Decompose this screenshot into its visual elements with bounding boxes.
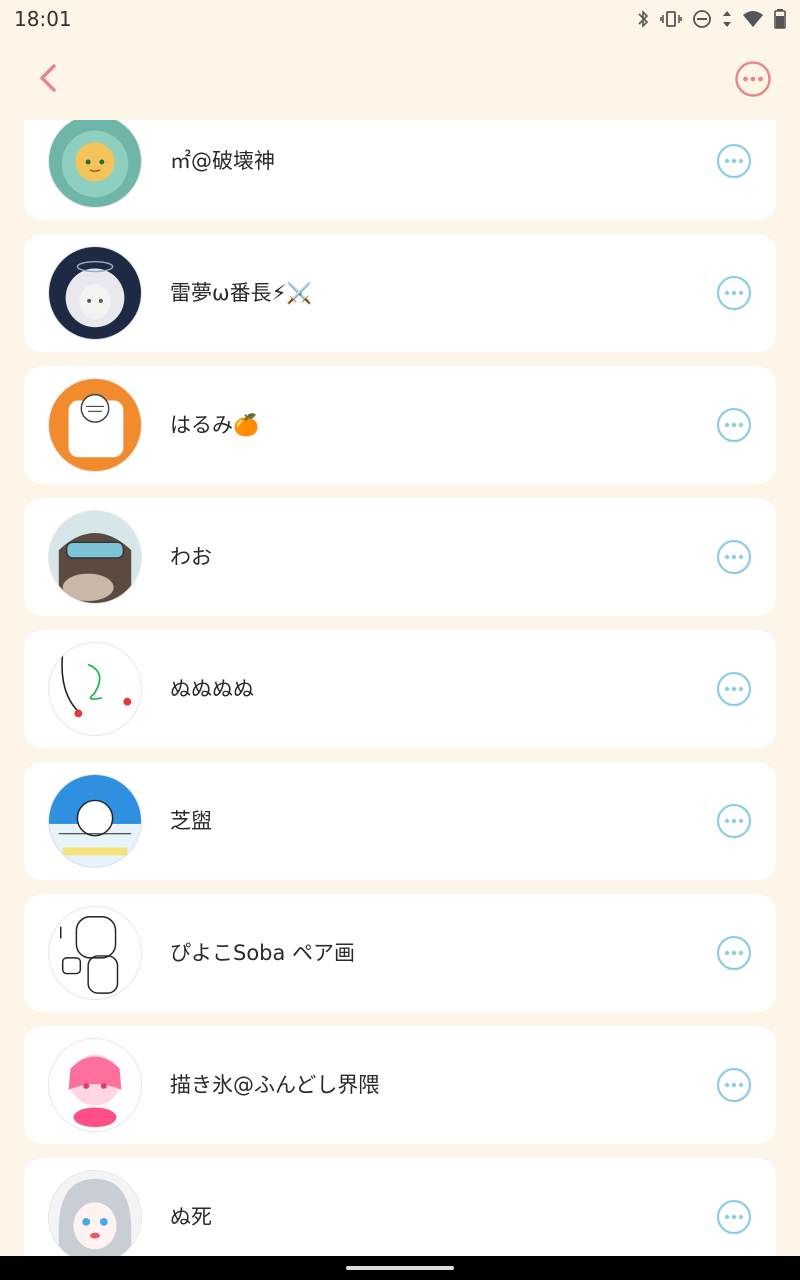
avatar[interactable] <box>48 774 142 868</box>
list-item[interactable]: ぬ死 <box>24 1158 776 1256</box>
list-item[interactable]: ぬぬぬぬ <box>24 630 776 748</box>
avatar[interactable] <box>48 510 142 604</box>
battery-icon <box>774 9 786 29</box>
system-navigation-bar <box>0 1256 800 1280</box>
avatar[interactable] <box>48 120 142 208</box>
item-more-button[interactable] <box>716 803 752 839</box>
user-list[interactable]: ㎡@破壊神 雷夢ω番長⚡⚔️ はるみ🍊 わお ぬぬぬぬ 芝盥 ぴよこSoba ペ… <box>0 120 800 1256</box>
user-name: ㎡@破壊神 <box>170 149 275 173</box>
avatar[interactable] <box>48 906 142 1000</box>
more-horizontal-icon <box>716 935 752 971</box>
wifi-icon <box>743 11 763 27</box>
avatar[interactable] <box>48 642 142 736</box>
user-name: ぬぬぬぬ <box>170 677 254 701</box>
home-gesture-handle[interactable] <box>346 1266 454 1270</box>
more-horizontal-icon <box>716 407 752 443</box>
user-name: ぴよこSoba ペア画 <box>170 941 356 965</box>
more-horizontal-icon <box>716 671 752 707</box>
item-more-button[interactable] <box>716 671 752 707</box>
chevron-left-icon <box>40 64 56 92</box>
avatar[interactable] <box>48 378 142 472</box>
more-horizontal-icon <box>716 539 752 575</box>
bluetooth-icon <box>638 10 649 28</box>
status-time: 18:01 <box>14 7 72 31</box>
list-item[interactable]: ㎡@破壊神 <box>24 120 776 220</box>
more-horizontal-icon <box>716 143 752 179</box>
item-more-button[interactable] <box>716 935 752 971</box>
more-horizontal-icon <box>735 61 771 97</box>
user-name: 芝盥 <box>170 809 212 833</box>
status-bar: 18:01 <box>0 0 800 38</box>
header-bar <box>0 38 800 120</box>
item-more-button[interactable] <box>716 275 752 311</box>
list-item[interactable]: ぴよこSoba ペア画 <box>24 894 776 1012</box>
list-item[interactable]: 芝盥 <box>24 762 776 880</box>
more-horizontal-icon <box>716 1067 752 1103</box>
more-horizontal-icon <box>716 803 752 839</box>
user-name: 雷夢ω番長⚡⚔️ <box>170 281 313 305</box>
more-horizontal-icon <box>716 1199 752 1235</box>
more-horizontal-icon <box>716 275 752 311</box>
item-more-button[interactable] <box>716 407 752 443</box>
item-more-button[interactable] <box>716 1199 752 1235</box>
more-options-button[interactable] <box>734 60 772 98</box>
user-name: ぬ死 <box>170 1205 212 1229</box>
user-name: 描き氷@ふんどし界隈 <box>170 1073 380 1097</box>
avatar[interactable] <box>48 1170 142 1256</box>
back-button[interactable] <box>28 58 68 98</box>
user-name: わお <box>170 545 212 569</box>
data-arrows-icon <box>723 11 731 27</box>
list-item[interactable]: 描き氷@ふんどし界隈 <box>24 1026 776 1144</box>
list-item[interactable]: 雷夢ω番長⚡⚔️ <box>24 234 776 352</box>
item-more-button[interactable] <box>716 1067 752 1103</box>
item-more-button[interactable] <box>716 539 752 575</box>
list-item[interactable]: はるみ🍊 <box>24 366 776 484</box>
do-not-disturb-icon <box>693 10 711 28</box>
vibrate-icon <box>660 11 682 27</box>
list-item[interactable]: わお <box>24 498 776 616</box>
avatar[interactable] <box>48 246 142 340</box>
item-more-button[interactable] <box>716 143 752 179</box>
status-icons <box>636 9 786 29</box>
user-name: はるみ🍊 <box>170 413 260 437</box>
avatar[interactable] <box>48 1038 142 1132</box>
